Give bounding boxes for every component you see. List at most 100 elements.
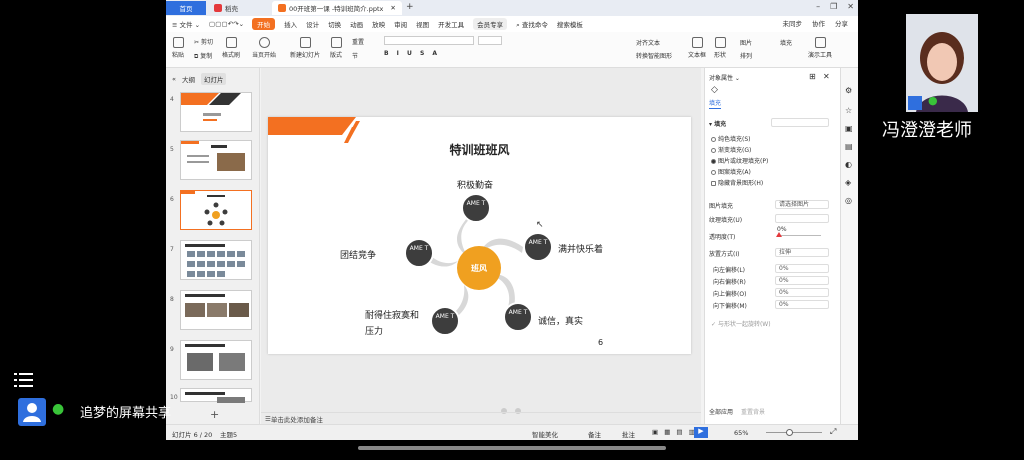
picture-button[interactable]: 图片 — [740, 38, 752, 47]
zoom-handle[interactable] — [786, 429, 793, 436]
tab-file[interactable]: 00开班第一课 -特训班简介.pptx ✕ — [272, 1, 402, 15]
microphone-icon[interactable]: ● — [928, 94, 938, 107]
offset-right-input[interactable]: 0% — [775, 276, 829, 285]
font-style-buttons[interactable]: B I U S A — [384, 50, 440, 57]
layout-button[interactable]: 版式 — [330, 37, 342, 59]
label-endure-line2[interactable]: 压力 — [365, 324, 383, 337]
font-name-select[interactable] — [384, 36, 474, 45]
offset-top-input[interactable]: 0% — [775, 288, 829, 297]
layers-icon[interactable]: ◈ — [845, 178, 851, 187]
label-honest[interactable]: 诚信，真实 — [538, 314, 583, 327]
zoom-slider[interactable] — [766, 432, 822, 433]
sharer-microphone-icon[interactable]: ● — [52, 401, 64, 417]
textbox-button[interactable]: 文本框 — [688, 37, 706, 59]
restore-icon[interactable]: ❐ — [830, 2, 837, 11]
menu-member[interactable]: 会员专享 — [473, 18, 508, 30]
option-gradient-fill[interactable]: 渐变填充(G) — [711, 145, 751, 154]
picture-icon[interactable]: ▤ — [845, 142, 853, 151]
slide-thumbnail-9[interactable] — [180, 340, 252, 380]
paste-button[interactable]: 粘贴 — [172, 37, 184, 59]
zoom-level[interactable]: 65% — [734, 429, 748, 437]
tab-slides[interactable]: 幻灯片 — [200, 73, 227, 85]
menu-home[interactable]: 开始 — [252, 18, 276, 30]
option-hide-background[interactable]: 隐藏背景图形(H) — [711, 178, 763, 187]
font-size-select[interactable] — [478, 36, 502, 45]
share-button[interactable]: 分享 — [835, 18, 848, 28]
search-template[interactable]: 搜索模板 — [557, 19, 583, 29]
label-happy[interactable]: 满并快乐着 — [558, 242, 603, 255]
menu-design[interactable]: 设计 — [306, 19, 319, 29]
add-tab-button[interactable]: + — [406, 2, 414, 12]
option-solid-fill[interactable]: 纯色填充(S) — [711, 134, 751, 143]
section-button[interactable]: 节 — [352, 51, 358, 60]
fit-window-icon[interactable]: ⤢ — [830, 427, 836, 437]
reset-background-button[interactable]: 重置背景 — [741, 407, 765, 416]
close-icon[interactable]: ✕ — [390, 4, 395, 12]
notes-bar[interactable]: ☰ 单击此处添加备注 — [261, 412, 701, 424]
cut-button[interactable]: ✂ 剪切 — [194, 37, 213, 46]
align-text-button[interactable]: 对齐文本 — [636, 38, 660, 47]
arrange-button[interactable]: 排列 — [740, 51, 752, 60]
tab-outline[interactable]: 大纲 — [182, 74, 195, 84]
menu-view[interactable]: 视图 — [416, 19, 429, 29]
comments-toggle[interactable]: 批注 — [622, 429, 635, 439]
tab-docer[interactable]: 稻壳 — [208, 1, 268, 15]
label-teamwork[interactable]: 团结竞争 — [340, 248, 376, 261]
animation-icon[interactable]: ☆ — [845, 106, 852, 115]
transparency-slider[interactable] — [777, 235, 821, 236]
add-slide-button[interactable]: + — [210, 408, 219, 421]
slide-thumbnail-5[interactable] — [180, 140, 252, 180]
collaborate-button[interactable]: 协作 — [812, 18, 825, 28]
menu-slideshow[interactable]: 放映 — [372, 19, 385, 29]
collapse-panel-icon[interactable]: « — [172, 75, 176, 83]
copy-button[interactable]: ⧉ 复制 — [194, 51, 212, 61]
panel-title[interactable]: 对象属性 ⌄ — [709, 73, 740, 82]
shape-panel-icon[interactable]: ◐ — [845, 160, 852, 169]
theme-name[interactable]: 主题5 — [220, 429, 237, 439]
pin-icon[interactable]: ⊞ — [809, 72, 816, 81]
tab-home[interactable]: 首页 — [166, 1, 206, 15]
fill-color-select[interactable] — [771, 118, 829, 127]
option-picture-fill[interactable]: 图片或纹理填充(P) — [711, 156, 768, 165]
menu-review[interactable]: 审阅 — [394, 19, 407, 29]
new-slide-button[interactable]: 新建幻灯片 — [290, 37, 320, 59]
menu-insert[interactable]: 插入 — [284, 19, 297, 29]
slide-thumbnail-7[interactable] — [180, 240, 252, 280]
picture-fill-select[interactable]: 请选择图片 — [775, 200, 829, 209]
label-endure-line1[interactable]: 耐得住寂寞和 — [365, 308, 419, 321]
placement-select[interactable]: 拉伸 — [775, 248, 829, 257]
presentation-tools-button[interactable]: 演示工具 — [808, 37, 832, 59]
sync-status[interactable]: 未同步 — [783, 18, 803, 28]
texture-fill-select[interactable] — [775, 214, 829, 223]
fill-section-header[interactable]: ▾ 填充 — [709, 119, 726, 128]
shape-button[interactable]: 形状 — [714, 37, 726, 59]
properties-icon[interactable]: ⚙ — [845, 86, 852, 95]
menu-animation[interactable]: 动画 — [350, 19, 363, 29]
search-command[interactable]: ⌕ 查找命令 — [516, 19, 548, 30]
fill-button[interactable]: 填充 — [780, 38, 792, 47]
reset-button[interactable]: 重置 — [352, 37, 364, 46]
label-positive-diligent[interactable]: 积极勤奋 — [457, 178, 493, 191]
rotate-with-shape-checkbox[interactable]: ✓ 与形状一起旋转(W) — [711, 319, 771, 328]
notes-toggle[interactable]: 备注 — [588, 429, 601, 439]
offset-left-input[interactable]: 0% — [775, 264, 829, 273]
convert-smartart-button[interactable]: 转换智能图形 — [636, 51, 672, 60]
settings-icon[interactable]: ◎ — [845, 196, 852, 205]
play-slideshow-icon[interactable]: ▶ — [694, 427, 708, 438]
close-panel-icon[interactable]: ✕ — [823, 72, 830, 81]
format-painter-button[interactable]: 格式刷 — [222, 37, 240, 59]
slide-thumbnail-10[interactable] — [180, 388, 252, 403]
slide-thumbnail-6[interactable] — [180, 190, 252, 230]
view-mode-icons[interactable]: ▣ ▦ ▤ ▥ — [652, 428, 697, 436]
list-icon[interactable] — [12, 370, 36, 390]
offset-bottom-input[interactable]: 0% — [775, 300, 829, 309]
apply-all-button[interactable]: 全部应用 — [709, 407, 733, 416]
menu-developer[interactable]: 开发工具 — [438, 19, 464, 29]
slide-thumbnail-8[interactable] — [180, 290, 252, 330]
slide-title[interactable]: 特训班班风 — [268, 141, 691, 158]
smart-beautify-button[interactable]: 智能美化 — [532, 429, 558, 439]
play-from-current-button[interactable]: 当页开始 — [252, 37, 276, 59]
tab-fill[interactable]: 填充 — [709, 98, 722, 109]
minimize-icon[interactable]: – — [816, 2, 820, 11]
close-window-icon[interactable]: ✕ — [847, 2, 854, 11]
